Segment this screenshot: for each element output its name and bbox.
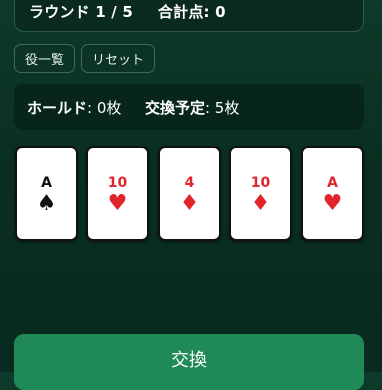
total-score-value: 0 xyxy=(215,3,226,21)
exchange-button[interactable]: 交換 xyxy=(14,334,364,390)
heart-icon: ♥ xyxy=(107,191,128,216)
playing-card[interactable]: 10 ♥ xyxy=(86,146,149,241)
exchange-plan-label: 交換予定 xyxy=(144,99,205,117)
round-label: ラウンド xyxy=(29,3,90,21)
hold-label: ホールド xyxy=(27,99,88,117)
hand-list-button[interactable]: 役一覧 xyxy=(14,44,75,73)
total-score-label: 合計点: xyxy=(157,3,210,21)
round-value: 1 / 5 xyxy=(95,3,134,21)
diamond-icon: ♦ xyxy=(179,191,200,216)
status-text: ホールド: 0枚 交換予定: 5枚 xyxy=(27,97,239,118)
playing-card[interactable]: 4 ♦ xyxy=(158,146,221,241)
card-rank: 10 xyxy=(107,175,128,191)
reset-button[interactable]: リセット xyxy=(81,44,155,73)
exchange-plan-count: : 5枚 xyxy=(204,99,240,117)
playing-card[interactable]: A ♠ xyxy=(15,146,78,241)
status-panel: ホールド: 0枚 交換予定: 5枚 xyxy=(14,84,364,130)
score-text: ラウンド 1 / 5 合計点: 0 xyxy=(29,1,226,22)
card-rank: A xyxy=(327,175,338,191)
diamond-icon: ♦ xyxy=(250,191,271,216)
heart-icon: ♥ xyxy=(322,191,343,216)
card-rank: A xyxy=(41,175,52,191)
card-rank: 10 xyxy=(250,175,271,191)
playing-card[interactable]: 10 ♦ xyxy=(229,146,292,241)
hold-count: : 0枚 xyxy=(87,99,122,117)
spade-icon: ♠ xyxy=(36,191,57,216)
score-panel: ラウンド 1 / 5 合計点: 0 xyxy=(14,0,364,32)
card-rank: 4 xyxy=(184,175,195,191)
playing-card[interactable]: A ♥ xyxy=(301,146,364,241)
